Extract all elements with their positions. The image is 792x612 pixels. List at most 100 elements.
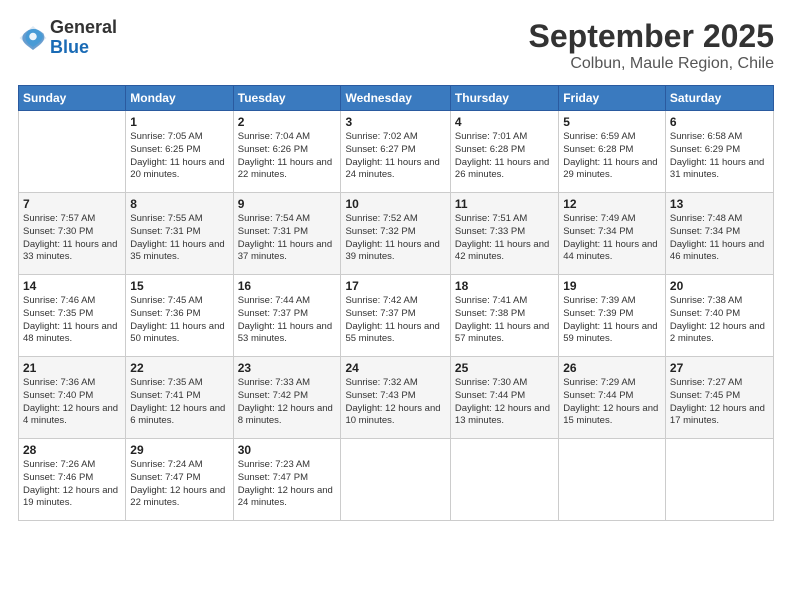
day-number: 19	[563, 279, 661, 293]
day-number: 4	[455, 115, 554, 129]
calendar-cell: 21 Sunrise: 7:36 AM Sunset: 7:40 PM Dayli…	[19, 357, 126, 439]
location-title: Colbun, Maule Region, Chile	[529, 55, 774, 73]
day-number: 22	[130, 361, 228, 375]
day-info: Sunrise: 7:45 AM Sunset: 7:36 PM Dayligh…	[130, 295, 228, 346]
day-info: Sunrise: 7:04 AM Sunset: 6:26 PM Dayligh…	[238, 131, 337, 182]
day-number: 29	[130, 443, 228, 457]
calendar-cell: 15Sunrise: 7:45 AM Sunset: 7:36 PM Dayli…	[126, 275, 233, 357]
day-info: Sunrise: 7:39 AM Sunset: 7:39 PM Dayligh…	[563, 295, 661, 346]
calendar-cell: 14 Sunrise: 7:46 AM Sunset: 7:35 PM Dayli…	[19, 275, 126, 357]
day-number: 6	[670, 115, 769, 129]
day-number: 21	[23, 361, 121, 375]
col-monday: Monday	[126, 86, 233, 111]
calendar-cell: 13 Sunrise: 7:48 AM Sunset: 7:34 PM Dayli…	[665, 193, 773, 275]
day-info: Sunrise: 7:33 AM Sunset: 7:42 PM Dayligh…	[238, 377, 337, 428]
day-info: Sunrise: 7:32 AM Sunset: 7:43 PM Dayligh…	[345, 377, 445, 428]
calendar-row-4: 21 Sunrise: 7:36 AM Sunset: 7:40 PM Dayli…	[19, 357, 774, 439]
calendar-cell: 26 Sunrise: 7:29 AM Sunset: 7:44 PM Dayli…	[559, 357, 666, 439]
month-title: September 2025	[529, 18, 774, 55]
day-number: 20	[670, 279, 769, 293]
day-number: 10	[345, 197, 445, 211]
day-info: Sunrise: 7:42 AM Sunset: 7:37 PM Dayligh…	[345, 295, 445, 346]
day-info: Sunrise: 7:24 AM Sunset: 7:47 PM Dayligh…	[130, 459, 228, 510]
calendar-cell: 5 Sunrise: 6:59 AM Sunset: 6:28 PM Daylig…	[559, 111, 666, 193]
calendar-cell: 23 Sunrise: 7:33 AM Sunset: 7:42 PM Dayli…	[233, 357, 341, 439]
day-info: Sunrise: 7:48 AM Sunset: 7:34 PM Dayligh…	[670, 213, 769, 264]
calendar-cell	[19, 111, 126, 193]
logo-icon	[18, 23, 48, 53]
calendar-cell: 18Sunrise: 7:41 AM Sunset: 7:38 PM Dayli…	[450, 275, 558, 357]
day-info: Sunrise: 7:29 AM Sunset: 7:44 PM Dayligh…	[563, 377, 661, 428]
col-friday: Friday	[559, 86, 666, 111]
calendar-row-1: 1 Sunrise: 7:05 AM Sunset: 6:25 PM Daylig…	[19, 111, 774, 193]
day-info: Sunrise: 7:05 AM Sunset: 6:25 PM Dayligh…	[130, 131, 228, 182]
calendar-cell: 10 Sunrise: 7:52 AM Sunset: 7:32 PM Dayli…	[341, 193, 450, 275]
calendar-cell: 27 Sunrise: 7:27 AM Sunset: 7:45 PM Dayli…	[665, 357, 773, 439]
day-number: 14	[23, 279, 121, 293]
calendar-row-5: 28 Sunrise: 7:26 AM Sunset: 7:46 PM Dayli…	[19, 439, 774, 521]
calendar-row-2: 7 Sunrise: 7:57 AM Sunset: 7:30 PM Daylig…	[19, 193, 774, 275]
calendar-cell: 11 Sunrise: 7:51 AM Sunset: 7:33 PM Dayli…	[450, 193, 558, 275]
day-info: Sunrise: 7:55 AM Sunset: 7:31 PM Dayligh…	[130, 213, 228, 264]
day-number: 1	[130, 115, 228, 129]
calendar-cell: 6 Sunrise: 6:58 AM Sunset: 6:29 PM Daylig…	[665, 111, 773, 193]
calendar-cell: 3 Sunrise: 7:02 AM Sunset: 6:27 PM Daylig…	[341, 111, 450, 193]
day-number: 2	[238, 115, 337, 129]
logo-blue: Blue	[50, 38, 117, 58]
calendar-cell: 28 Sunrise: 7:26 AM Sunset: 7:46 PM Dayli…	[19, 439, 126, 521]
page: General Blue September 2025 Colbun, Maul…	[0, 0, 792, 612]
day-info: Sunrise: 7:27 AM Sunset: 7:45 PM Dayligh…	[670, 377, 769, 428]
day-info: Sunrise: 6:59 AM Sunset: 6:28 PM Dayligh…	[563, 131, 661, 182]
day-number: 28	[23, 443, 121, 457]
calendar-cell	[450, 439, 558, 521]
header: General Blue September 2025 Colbun, Maul…	[18, 18, 774, 73]
day-info: Sunrise: 7:44 AM Sunset: 7:37 PM Dayligh…	[238, 295, 337, 346]
col-tuesday: Tuesday	[233, 86, 341, 111]
calendar-cell	[341, 439, 450, 521]
day-info: Sunrise: 7:41 AM Sunset: 7:38 PM Dayligh…	[455, 295, 554, 346]
day-number: 12	[563, 197, 661, 211]
logo-general: General	[50, 18, 117, 38]
day-info: Sunrise: 7:02 AM Sunset: 6:27 PM Dayligh…	[345, 131, 445, 182]
day-info: Sunrise: 6:58 AM Sunset: 6:29 PM Dayligh…	[670, 131, 769, 182]
day-info: Sunrise: 7:57 AM Sunset: 7:30 PM Dayligh…	[23, 213, 121, 264]
day-info: Sunrise: 7:38 AM Sunset: 7:40 PM Dayligh…	[670, 295, 769, 346]
day-info: Sunrise: 7:54 AM Sunset: 7:31 PM Dayligh…	[238, 213, 337, 264]
calendar-row-3: 14 Sunrise: 7:46 AM Sunset: 7:35 PM Dayli…	[19, 275, 774, 357]
day-number: 27	[670, 361, 769, 375]
day-number: 9	[238, 197, 337, 211]
day-number: 23	[238, 361, 337, 375]
calendar-cell: 22 Sunrise: 7:35 AM Sunset: 7:41 PM Dayli…	[126, 357, 233, 439]
logo: General Blue	[18, 18, 117, 58]
calendar-cell: 4 Sunrise: 7:01 AM Sunset: 6:28 PM Daylig…	[450, 111, 558, 193]
calendar-cell	[665, 439, 773, 521]
calendar-header-row: Sunday Monday Tuesday Wednesday Thursday…	[19, 86, 774, 111]
day-number: 26	[563, 361, 661, 375]
day-info: Sunrise: 7:26 AM Sunset: 7:46 PM Dayligh…	[23, 459, 121, 510]
day-info: Sunrise: 7:35 AM Sunset: 7:41 PM Dayligh…	[130, 377, 228, 428]
calendar-cell: 25Sunrise: 7:30 AM Sunset: 7:44 PM Dayli…	[450, 357, 558, 439]
day-info: Sunrise: 7:01 AM Sunset: 6:28 PM Dayligh…	[455, 131, 554, 182]
calendar-cell	[559, 439, 666, 521]
calendar-cell: 8Sunrise: 7:55 AM Sunset: 7:31 PM Daylig…	[126, 193, 233, 275]
col-thursday: Thursday	[450, 86, 558, 111]
day-number: 5	[563, 115, 661, 129]
calendar-cell: 7 Sunrise: 7:57 AM Sunset: 7:30 PM Daylig…	[19, 193, 126, 275]
day-number: 17	[345, 279, 445, 293]
day-info: Sunrise: 7:36 AM Sunset: 7:40 PM Dayligh…	[23, 377, 121, 428]
day-number: 3	[345, 115, 445, 129]
calendar-cell: 29 Sunrise: 7:24 AM Sunset: 7:47 PM Dayli…	[126, 439, 233, 521]
calendar-cell: 12Sunrise: 7:49 AM Sunset: 7:34 PM Dayli…	[559, 193, 666, 275]
calendar-cell: 1 Sunrise: 7:05 AM Sunset: 6:25 PM Daylig…	[126, 111, 233, 193]
day-number: 16	[238, 279, 337, 293]
day-number: 25	[455, 361, 554, 375]
calendar-table: Sunday Monday Tuesday Wednesday Thursday…	[18, 85, 774, 521]
calendar-cell: 2 Sunrise: 7:04 AM Sunset: 6:26 PM Daylig…	[233, 111, 341, 193]
day-number: 11	[455, 197, 554, 211]
day-info: Sunrise: 7:52 AM Sunset: 7:32 PM Dayligh…	[345, 213, 445, 264]
day-number: 24	[345, 361, 445, 375]
day-number: 13	[670, 197, 769, 211]
day-number: 7	[23, 197, 121, 211]
day-info: Sunrise: 7:51 AM Sunset: 7:33 PM Dayligh…	[455, 213, 554, 264]
day-info: Sunrise: 7:46 AM Sunset: 7:35 PM Dayligh…	[23, 295, 121, 346]
